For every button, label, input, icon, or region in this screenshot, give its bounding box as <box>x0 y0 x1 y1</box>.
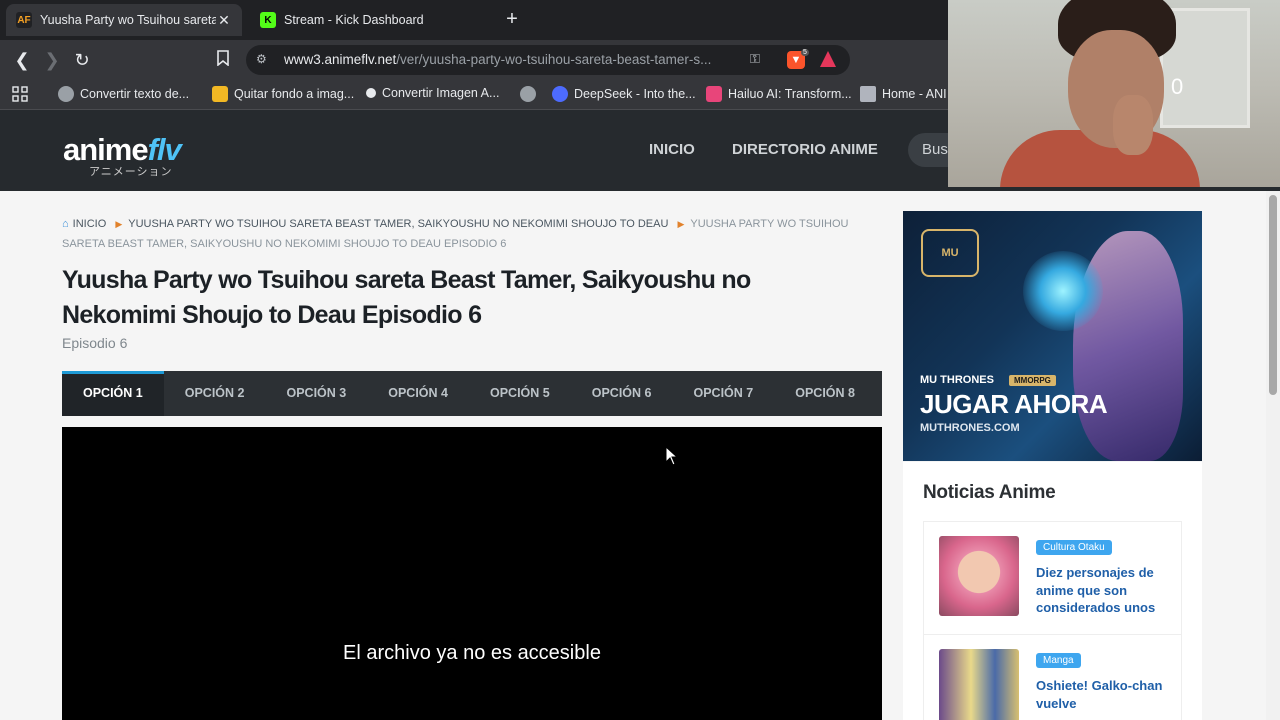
deepseek-whale-icon <box>552 86 568 102</box>
tab-animeflv[interactable]: AF Yuusha Party wo Tsuihou sareta B ✕ <box>6 4 242 36</box>
breadcrumb-anime[interactable]: YUUSHA PARTY WO TSUIHOU SARETA BEAST TAM… <box>128 218 668 230</box>
chevron-right-icon: ▶ <box>677 219 685 229</box>
breadcrumb: ⌂ INICIO ▶ YUUSHA PARTY WO TSUIHOU SARETA … <box>62 214 882 254</box>
news-tag[interactable]: Manga <box>1036 653 1081 668</box>
bookmark-item[interactable]: Hailuo AI: Transform... <box>706 86 852 102</box>
news-item[interactable]: Cultura Otaku Diez personajes de anime q… <box>923 521 1182 634</box>
forward-icon[interactable]: ❯ <box>40 48 64 72</box>
site-settings-icon[interactable]: ⚙ <box>256 52 272 68</box>
image-tool-icon <box>212 86 228 102</box>
new-tab-button[interactable]: + <box>500 8 524 32</box>
ad-cta[interactable]: JUGAR AHORA <box>920 389 1108 420</box>
hailuo-icon <box>706 86 722 102</box>
animeflv-favicon-icon: AF <box>16 12 32 28</box>
news-item[interactable]: Manga Oshiete! Galko-chan vuelve <box>923 634 1182 720</box>
scrollbar-thumb[interactable] <box>1269 195 1277 395</box>
globe-icon <box>520 86 536 102</box>
address-bar[interactable]: ⚙ www3.animeflv.net/ver/yuusha-party-wo-… <box>246 45 850 75</box>
bookmark-item[interactable] <box>520 86 542 102</box>
home-icon[interactable]: ⌂ <box>62 218 69 230</box>
news-thumbnail <box>939 649 1019 720</box>
tab-option-1[interactable]: OPCIÓN 1 <box>62 371 164 416</box>
tab-option-7[interactable]: OPCIÓN 7 <box>673 371 775 416</box>
reload-icon[interactable]: ↻ <box>70 48 94 72</box>
nav-directorio-anime[interactable]: DIRECTORIO ANIME <box>732 141 878 158</box>
bookmark-item[interactable]: Convertir Imagen A... <box>366 86 499 100</box>
bookmark-item[interactable]: Home - ANI <box>860 86 947 102</box>
ad-crest-logo: MU <box>921 229 979 277</box>
news-heading: Noticias Anime <box>923 482 1056 503</box>
animeflv-logo[interactable]: animeflv アニメーション <box>63 132 182 178</box>
anime-site-icon <box>860 86 876 102</box>
tab-kick-dashboard[interactable]: K Stream - Kick Dashboard <box>250 4 490 36</box>
tab-option-8[interactable]: OPCIÓN 8 <box>774 371 876 416</box>
bookmark-item[interactable]: Quitar fondo a imag... <box>212 86 354 102</box>
nav-inicio[interactable]: INICIO <box>649 141 695 158</box>
webcam-counter: 0 <box>1171 74 1184 99</box>
streamer-hand <box>1113 95 1153 155</box>
video-player[interactable]: El archivo ya no es accesible <box>62 427 882 720</box>
ad-brand: MU THRONES <box>920 374 994 386</box>
converter-icon <box>366 88 376 98</box>
mouse-cursor-icon <box>665 446 679 466</box>
news-tag[interactable]: Cultura Otaku <box>1036 540 1112 555</box>
bookmark-item[interactable]: DeepSeek - Into the... <box>552 86 696 102</box>
globe-icon <box>58 86 74 102</box>
chevron-right-icon: ▶ <box>115 219 123 229</box>
back-icon[interactable]: ❮ <box>10 48 34 72</box>
tab-option-6[interactable]: OPCIÓN 6 <box>571 371 673 416</box>
password-key-icon[interactable]: ⚿ <box>750 51 760 67</box>
news-thumbnail <box>939 536 1019 616</box>
news-panel: Noticias Anime Cultura Otaku Diez person… <box>903 462 1202 720</box>
tab-option-2[interactable]: OPCIÓN 2 <box>164 371 266 416</box>
player-error-message: El archivo ya no es accesible <box>343 642 601 664</box>
news-headline[interactable]: Diez personajes de anime que son conside… <box>1036 564 1171 617</box>
apps-grid-icon[interactable] <box>12 86 28 102</box>
ad-site: MUTHRONES.COM <box>920 422 1020 434</box>
breadcrumb-home[interactable]: INICIO <box>73 218 107 230</box>
bookmark-icon[interactable] <box>211 48 235 72</box>
page-scrollbar[interactable] <box>1266 191 1280 720</box>
ad-magic-orb <box>1023 251 1103 331</box>
episode-subtitle: Episodio 6 <box>62 335 128 351</box>
ad-badge: MMORPG <box>1009 375 1056 386</box>
tab-option-4[interactable]: OPCIÓN 4 <box>367 371 469 416</box>
url-text[interactable]: www3.animeflv.net/ver/yuusha-party-wo-ts… <box>284 52 711 67</box>
news-headline[interactable]: Oshiete! Galko-chan vuelve <box>1036 677 1171 712</box>
bookmark-item[interactable]: Convertir texto de... <box>58 86 189 102</box>
webcam-overlay: 0 <box>948 0 1280 187</box>
kick-favicon-icon: K <box>260 12 276 28</box>
mu-thrones-ad[interactable]: MU MU THRONES MMORPG JUGAR AHORA MUTHRON… <box>903 211 1202 461</box>
server-options: OPCIÓN 1 OPCIÓN 2 OPCIÓN 3 OPCIÓN 4 OPCI… <box>62 371 882 416</box>
tab-option-5[interactable]: OPCIÓN 5 <box>469 371 571 416</box>
tab-option-3[interactable]: OPCIÓN 3 <box>266 371 368 416</box>
brave-rewards-icon[interactable] <box>820 51 836 67</box>
tab-title: Stream - Kick Dashboard <box>284 13 424 27</box>
tab-title: Yuusha Party wo Tsuihou sareta B <box>40 13 216 27</box>
episode-title: Yuusha Party wo Tsuihou sareta Beast Tam… <box>62 266 751 329</box>
close-icon[interactable]: ✕ <box>216 12 232 29</box>
shields-count-badge: 5 <box>801 49 809 56</box>
